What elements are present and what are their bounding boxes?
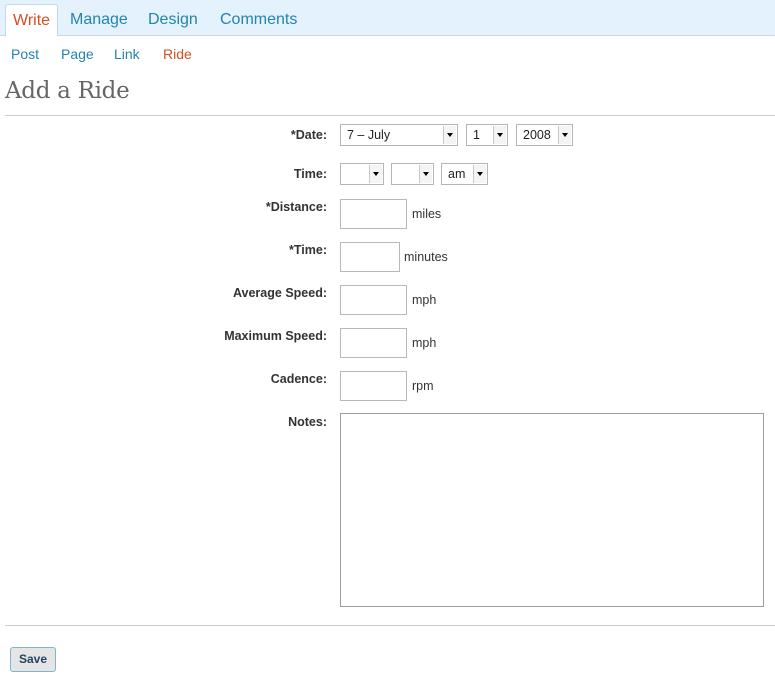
average-speed-label: Average Speed:	[232, 286, 327, 300]
duration-input[interactable]	[340, 242, 400, 272]
month-select-value: 7 – July	[347, 128, 391, 142]
distance-input[interactable]	[340, 199, 407, 229]
chevron-down-icon	[558, 126, 571, 144]
tab-comments[interactable]: Comments	[213, 4, 304, 36]
cadence-input[interactable]	[340, 371, 407, 401]
duration-unit: minutes	[404, 250, 448, 264]
day-select-value: 1	[473, 128, 480, 142]
chevron-down-icon	[443, 126, 456, 144]
form-footer-divider	[5, 625, 775, 626]
hour-select[interactable]	[340, 163, 384, 185]
ampm-select[interactable]: am	[441, 163, 488, 185]
year-select[interactable]: 2008	[516, 124, 573, 146]
maximum-speed-input[interactable]	[340, 328, 407, 358]
subnav-item-link[interactable]: Link	[114, 46, 140, 62]
chevron-down-icon	[419, 165, 432, 183]
page-title: Add a Ride	[5, 78, 130, 104]
day-select[interactable]: 1	[466, 124, 508, 146]
title-divider	[5, 115, 775, 116]
subnav-item-page[interactable]: Page	[61, 46, 94, 62]
date-label: *Date:	[290, 128, 327, 142]
cadence-unit: rpm	[412, 379, 434, 393]
tab-design[interactable]: Design	[141, 4, 205, 36]
month-select[interactable]: 7 – July	[340, 124, 458, 146]
maximum-speed-label: Maximum Speed:	[224, 329, 327, 343]
add-ride-page: Write Manage Design Comments Post Page L…	[0, 0, 775, 680]
tab-manage[interactable]: Manage	[63, 4, 135, 36]
ampm-select-value: am	[448, 167, 466, 181]
maximum-speed-unit: mph	[412, 336, 437, 350]
tab-write[interactable]: Write	[5, 4, 59, 37]
distance-label: *Distance:	[265, 200, 327, 214]
save-button[interactable]: Save	[10, 647, 56, 672]
subnav-item-post[interactable]: Post	[11, 46, 39, 62]
main-tab-bar: Write Manage Design Comments	[0, 0, 775, 37]
minute-select[interactable]	[391, 163, 434, 185]
duration-label: *Time:	[289, 243, 327, 257]
average-speed-input[interactable]	[340, 285, 407, 315]
chevron-down-icon	[493, 126, 506, 144]
notes-label: Notes:	[288, 415, 327, 429]
distance-unit: miles	[412, 207, 442, 221]
subnav-item-ride[interactable]: Ride	[163, 46, 192, 62]
average-speed-unit: mph	[412, 293, 437, 307]
chevron-down-icon	[369, 165, 382, 183]
chevron-down-icon	[473, 165, 486, 183]
year-select-value: 2008	[523, 128, 551, 142]
time-label: Time:	[293, 167, 327, 181]
notes-textarea[interactable]	[340, 413, 764, 607]
cadence-label: Cadence:	[270, 372, 327, 386]
